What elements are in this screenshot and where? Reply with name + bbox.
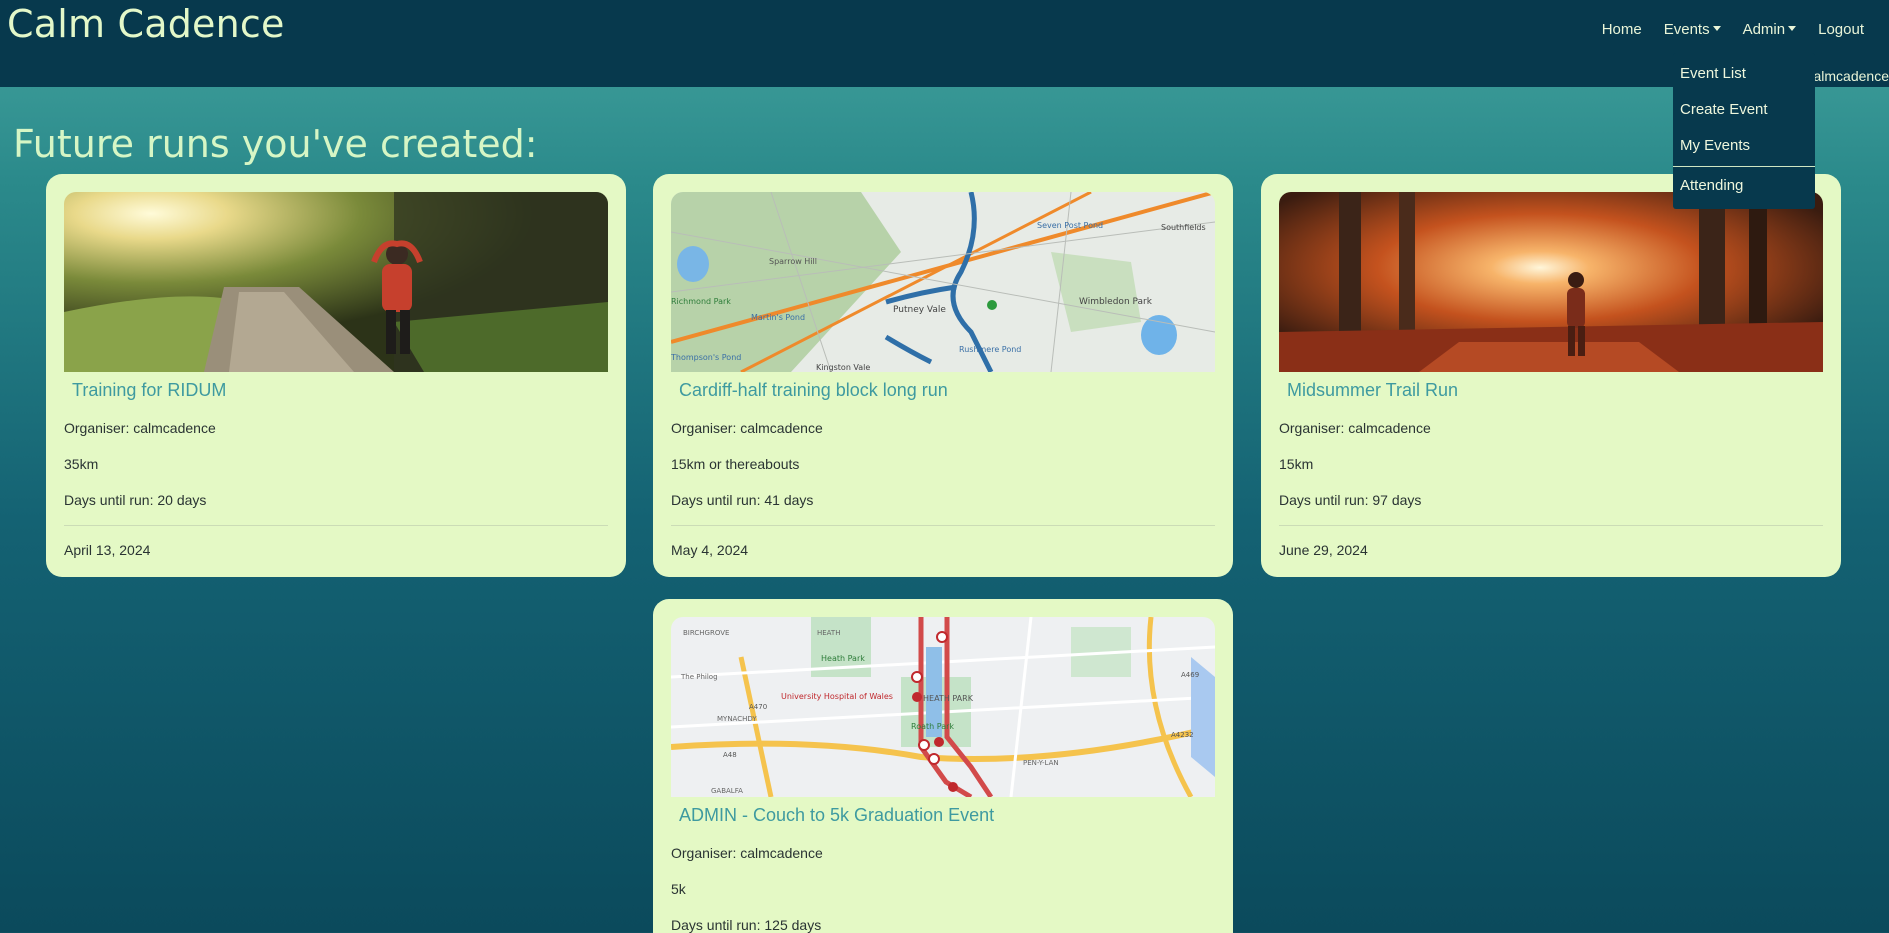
nav-events-label: Events [1663, 21, 1710, 38]
event-distance: 5k [671, 881, 686, 897]
event-card: BIRCHGROVE HEATH Heath Park The Philog U… [653, 599, 1233, 933]
event-days-until: Days until run: 97 days [1279, 492, 1422, 508]
svg-text:Southfields: Southfields [1161, 223, 1206, 232]
event-image[interactable] [1279, 192, 1823, 372]
card-divider [64, 525, 608, 526]
svg-text:A470: A470 [749, 703, 767, 711]
svg-text:Sparrow Hill: Sparrow Hill [769, 257, 817, 266]
event-date: June 29, 2024 [1279, 542, 1368, 558]
svg-text:Kingston Vale: Kingston Vale [816, 363, 870, 372]
nav-admin-label: Admin [1742, 21, 1786, 38]
menu-item-create-event[interactable]: Create Event [1673, 92, 1815, 128]
event-days-until: Days until run: 125 days [671, 917, 822, 933]
nav-logout-label: Logout [1818, 21, 1864, 38]
svg-text:Heath Park: Heath Park [821, 654, 865, 663]
event-days-until: Days until run: 20 days [64, 492, 207, 508]
event-days-until: Days until run: 41 days [671, 492, 814, 508]
nav-admin-dropdown-toggle[interactable]: Admin [1732, 19, 1808, 40]
svg-text:Roath Park: Roath Park [911, 722, 954, 731]
svg-text:Rushmere Pond: Rushmere Pond [959, 345, 1021, 354]
event-route-map[interactable]: Sparrow Hill Martin's Pond Putney Vale W… [671, 192, 1215, 372]
menu-divider [1673, 166, 1815, 167]
svg-text:A469: A469 [1181, 671, 1199, 679]
event-organiser: Organiser: calmcadence [64, 420, 216, 436]
brand-logo[interactable]: Calm Cadence [7, 2, 285, 46]
svg-text:A4232: A4232 [1171, 731, 1194, 739]
event-title-link[interactable]: Midsummer Trail Run [1287, 380, 1458, 401]
event-title-link[interactable]: Cardiff-half training block long run [679, 380, 948, 401]
nav-home-label: Home [1601, 21, 1642, 38]
svg-text:BIRCHGROVE: BIRCHGROVE [683, 629, 729, 637]
event-distance: 15km or thereabouts [671, 456, 800, 472]
current-user: calmcadence [1806, 68, 1889, 84]
page-title: Future runs you've created: [13, 122, 538, 166]
svg-text:GABALFA: GABALFA [711, 787, 743, 795]
event-organiser: Organiser: calmcadence [1279, 420, 1431, 436]
svg-text:Richmond Park: Richmond Park [671, 297, 731, 306]
event-distance: 15km [1279, 456, 1314, 472]
event-title-link[interactable]: Training for RIDUM [72, 380, 226, 401]
event-date: May 4, 2024 [671, 542, 749, 558]
svg-text:Wimbledon Park: Wimbledon Park [1079, 297, 1153, 307]
event-distance: 35km [64, 456, 99, 472]
event-organiser: Organiser: calmcadence [671, 845, 823, 861]
event-card: Midsummer Trail Run Organiser: calmcaden… [1261, 174, 1841, 577]
event-card: Training for RIDUM Organiser: calmcadenc… [46, 174, 626, 577]
card-divider [1279, 525, 1823, 526]
svg-text:Thompson's Pond: Thompson's Pond [671, 353, 741, 362]
svg-text:HEATH: HEATH [817, 629, 840, 637]
svg-text:HEATH PARK: HEATH PARK [923, 694, 974, 703]
svg-text:Martin's Pond: Martin's Pond [751, 313, 805, 322]
top-navbar: Calm Cadence Home Events Admin Logout ca… [0, 0, 1889, 87]
chevron-down-icon [1712, 26, 1721, 31]
card-divider [671, 525, 1215, 526]
menu-item-attending[interactable]: Attending [1673, 168, 1815, 204]
svg-text:The Philog: The Philog [680, 673, 718, 681]
menu-item-event-list[interactable]: Event List [1673, 56, 1815, 92]
event-date: April 13, 2024 [64, 542, 151, 558]
event-route-map[interactable]: BIRCHGROVE HEATH Heath Park The Philog U… [671, 617, 1215, 797]
svg-text:MYNACHDY: MYNACHDY [717, 715, 757, 723]
events-dropdown-menu: Event List Create Event My Events Attend… [1673, 53, 1815, 209]
event-organiser: Organiser: calmcadence [671, 420, 823, 436]
main-nav: Home Events Admin Logout [1591, 19, 1875, 40]
chevron-down-icon [1788, 26, 1797, 31]
svg-text:University Hospital of Wales: University Hospital of Wales [781, 692, 893, 701]
menu-item-my-events[interactable]: My Events [1673, 128, 1815, 164]
nav-events-dropdown-toggle[interactable]: Events [1653, 19, 1732, 40]
svg-text:Seven Post Pond: Seven Post Pond [1037, 221, 1103, 230]
svg-text:PEN-Y-LAN: PEN-Y-LAN [1023, 759, 1059, 767]
nav-logout-link[interactable]: Logout [1807, 19, 1875, 40]
event-card: Sparrow Hill Martin's Pond Putney Vale W… [653, 174, 1233, 577]
event-image[interactable] [64, 192, 608, 372]
nav-home-link[interactable]: Home [1591, 19, 1653, 40]
event-title-link[interactable]: ADMIN - Couch to 5k Graduation Event [679, 805, 994, 826]
svg-text:A48: A48 [723, 751, 737, 759]
svg-text:Putney Vale: Putney Vale [893, 305, 946, 315]
